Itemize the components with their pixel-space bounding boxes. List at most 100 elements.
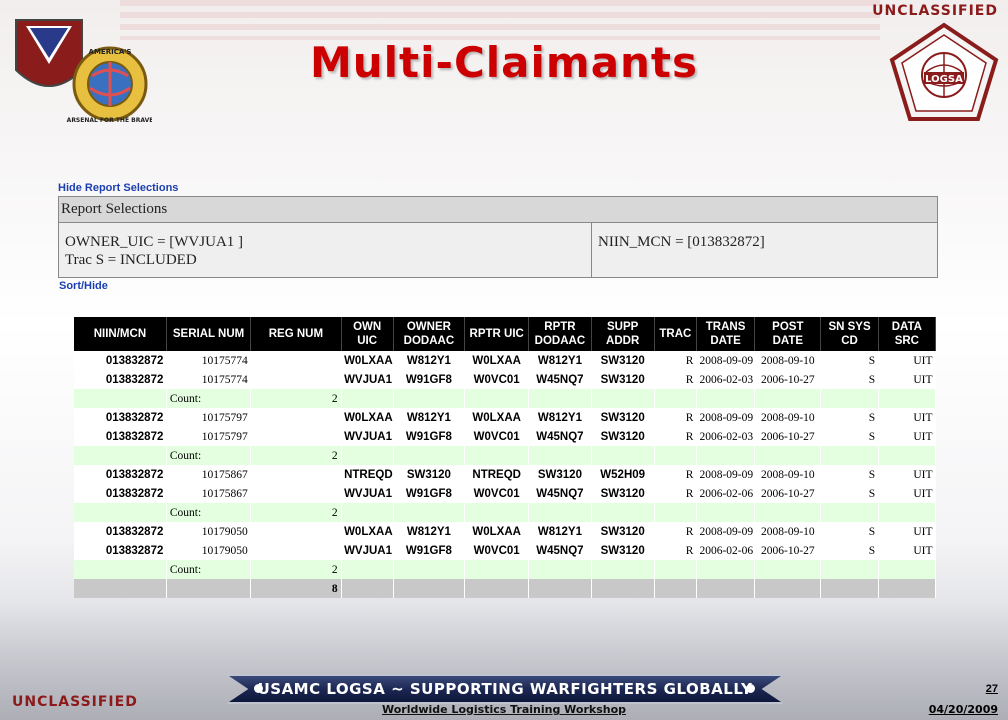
table-cell: 2008-09-09 xyxy=(696,522,755,541)
count-cell xyxy=(464,389,530,408)
table-cell: SW3120 xyxy=(591,427,655,446)
column-header[interactable]: OWN UIC xyxy=(341,317,394,351)
table-cell: W0LXAA xyxy=(341,522,394,541)
table-cell: SW3120 xyxy=(591,522,655,541)
table-row: 013832872 10175774 WVJUA1 W91GF8 W0VC01 W45NQ… xyxy=(74,370,936,389)
total-cell xyxy=(591,579,655,598)
total-cell xyxy=(74,579,167,598)
table-cell: R xyxy=(654,370,697,389)
table-cell: W0LXAA xyxy=(464,351,529,370)
table-cell: UIT xyxy=(878,522,936,541)
total-cell xyxy=(393,579,466,598)
table-cell: 2006-10-27 xyxy=(754,541,821,560)
table-cell: SW3120 xyxy=(591,541,655,560)
column-header[interactable]: NIIN/MCN xyxy=(74,317,167,351)
table-row: 013832872 10179050 W0LXAA W812Y1 W0LXAA W812Y… xyxy=(74,522,936,541)
column-header[interactable]: RPTR DODAAC xyxy=(528,317,592,351)
table-cell: NTREQD xyxy=(341,465,394,484)
table-cell: S xyxy=(820,351,879,370)
table-cell xyxy=(250,370,342,389)
page-number: 27 xyxy=(985,683,998,695)
trac-filter: Trac S = INCLUDED xyxy=(65,252,197,268)
count-cell xyxy=(696,389,756,408)
table-cell: 013832872 xyxy=(74,541,167,560)
table-cell: S xyxy=(820,370,879,389)
table-cell: SW3120 xyxy=(591,351,655,370)
count-cell xyxy=(528,503,592,522)
total-cell xyxy=(878,579,937,598)
count-cell xyxy=(528,560,592,579)
total-cell xyxy=(754,579,822,598)
table-cell: R xyxy=(654,541,697,560)
count-cell xyxy=(878,503,937,522)
claimants-report-table: NIIN/MCN SERIAL NUM REG NUM OWN UIC OWNER DO… xyxy=(74,317,937,598)
sort-hide-link[interactable]: Sort/Hide xyxy=(59,280,108,292)
report-selections-panel: Report Selections OWNER_UIC = [WVJUA1 ] … xyxy=(58,196,938,278)
workshop-title: Worldwide Logistics Training Workshop xyxy=(381,703,627,716)
column-header[interactable]: SERIAL NUM xyxy=(166,317,252,351)
count-cell xyxy=(754,560,822,579)
table-cell: R xyxy=(654,484,697,503)
table-cell: R xyxy=(654,351,697,370)
table-cell: UIT xyxy=(878,427,936,446)
svg-text:LOGSA: LOGSA xyxy=(925,74,963,85)
table-cell: W812Y1 xyxy=(528,408,592,427)
classification-top: UNCLASSIFIED xyxy=(872,3,998,19)
hide-report-selections-link[interactable]: Hide Report Selections xyxy=(58,182,178,194)
table-cell: 10175774 xyxy=(166,351,251,370)
table-row: 013832872 10175774 W0LXAA W812Y1 W0LXAA W812Y… xyxy=(74,351,936,370)
column-header[interactable]: POST DATE xyxy=(754,317,822,351)
table-cell: 013832872 xyxy=(74,370,167,389)
column-header[interactable]: REG NUM xyxy=(250,317,342,351)
table-cell: W0LXAA xyxy=(464,522,529,541)
count-cell xyxy=(341,389,394,408)
count-cell xyxy=(591,446,655,465)
table-cell: 10175797 xyxy=(166,427,251,446)
table-row: 013832872 10175867 NTREQD SW3120 NTREQD SW312… xyxy=(74,465,936,484)
table-row: 013832872 10175797 WVJUA1 W91GF8 W0VC01 W45NQ… xyxy=(74,427,936,446)
svg-text:ARSENAL FOR THE BRAVE: ARSENAL FOR THE BRAVE xyxy=(67,117,152,124)
count-cell xyxy=(754,389,822,408)
count-cell xyxy=(878,560,937,579)
table-cell: 2006-02-06 xyxy=(696,484,755,503)
table-cell: W0VC01 xyxy=(464,541,529,560)
table-cell: W0LXAA xyxy=(341,351,394,370)
count-cell xyxy=(696,446,756,465)
count-label: Count: xyxy=(166,389,252,408)
table-cell: W91GF8 xyxy=(393,370,465,389)
count-value: 2 xyxy=(250,446,342,465)
table-cell: W91GF8 xyxy=(393,541,465,560)
column-header[interactable]: SUPP ADDR xyxy=(591,317,655,351)
column-header[interactable]: SN SYS CD xyxy=(820,317,879,351)
count-cell xyxy=(591,560,655,579)
total-value: 8 xyxy=(250,579,342,598)
table-cell: W45NQ7 xyxy=(528,427,592,446)
table-cell: 10179050 xyxy=(166,522,251,541)
table-cell: 013832872 xyxy=(74,408,167,427)
table-cell: 2008-09-09 xyxy=(696,408,755,427)
table-cell: W812Y1 xyxy=(393,522,465,541)
column-header[interactable]: TRANS DATE xyxy=(696,317,756,351)
table-cell: UIT xyxy=(878,351,936,370)
niin-mcn-filter: NIIN_MCN = [013832872] xyxy=(598,234,765,250)
column-header[interactable]: TRAC xyxy=(654,317,697,351)
table-cell xyxy=(250,522,342,541)
table-cell: 2006-10-27 xyxy=(754,370,821,389)
column-header[interactable]: DATA SRC xyxy=(878,317,937,351)
table-cell: W0LXAA xyxy=(341,408,394,427)
table-cell: W0VC01 xyxy=(464,427,529,446)
column-header[interactable]: RPTR UIC xyxy=(464,317,530,351)
count-cell xyxy=(820,503,879,522)
count-cell xyxy=(74,389,167,408)
count-cell xyxy=(464,446,530,465)
table-cell: UIT xyxy=(878,484,936,503)
count-row: Count: 2 xyxy=(74,446,937,465)
count-label: Count: xyxy=(166,560,252,579)
table-cell: 013832872 xyxy=(74,484,167,503)
table-cell: S xyxy=(820,541,879,560)
table-cell: 2008-09-10 xyxy=(754,522,821,541)
count-value: 2 xyxy=(250,560,342,579)
slide-title: Multi-Claimants xyxy=(309,38,699,87)
column-header[interactable]: OWNER DODAAC xyxy=(393,317,466,351)
table-cell: S xyxy=(820,522,879,541)
